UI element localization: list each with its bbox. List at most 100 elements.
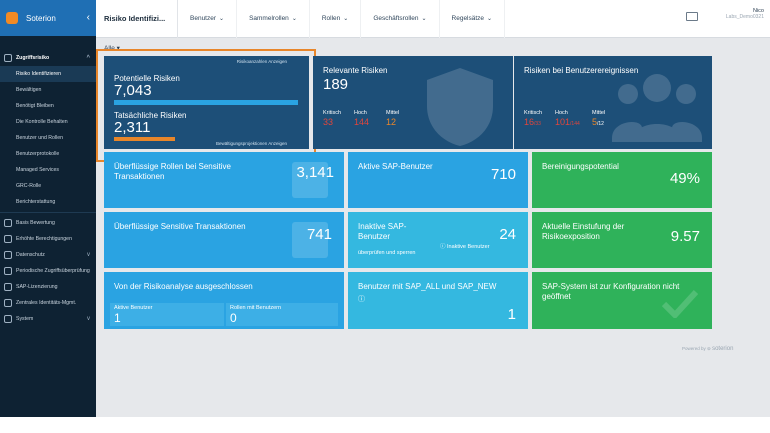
inbox-icon[interactable] (686, 12, 698, 21)
top-header: Risiko Identifizi... Benutzer ⌄ Sammelrol… (96, 0, 770, 38)
sidebar-item-datenschutz[interactable]: Datenschutz v (0, 247, 96, 263)
sidebar-section-zugriffsrisiko[interactable]: Zugriffsrisiko ^ (0, 50, 96, 66)
chevron-down-icon: v (87, 252, 90, 258)
sidebar-divider (0, 212, 96, 213)
sidebar: Soterion ‹ Zugriffsrisiko ^ Risiko Ident… (0, 0, 96, 417)
footer: Powered by ⊚ soterion (682, 346, 733, 352)
tile-value: 710 (490, 166, 516, 183)
tile-system-config-open[interactable]: SAP-System ist zur Konfiguration nicht g… (532, 272, 712, 329)
tile-value: 49% (669, 170, 700, 187)
chevron-down-icon: ⌄ (219, 16, 225, 22)
high-label: Hoch (555, 110, 568, 116)
critical-value: 16/33 (524, 117, 541, 127)
sidebar-item-berichterstattung[interactable]: Berichterstattung (0, 194, 96, 210)
sidebar-item-bewaeltigen[interactable]: Bewältigen (0, 82, 96, 98)
sidebar-item-label: Managed Services (16, 167, 59, 173)
tile-title: Risiken bei Benutzerereignissen (524, 66, 639, 75)
tile-sap-all-sap-new[interactable]: Benutzer mit SAP_ALL und SAP_NEW ⓘ 1 (348, 272, 528, 329)
tile-excluded-from-analysis[interactable]: Von der Risikoanalyse ausgeschlossen Akt… (104, 272, 344, 329)
critical-value: 33 (323, 117, 334, 127)
medium-label: Mittel (592, 110, 606, 116)
tile-title: Relevante Risiken (323, 66, 388, 75)
sidebar-item-zentrales-identitaets-mgmt[interactable]: Zentrales Identitäts-Mgmt. (0, 295, 96, 311)
tab-rollen[interactable]: Rollen ⌄ (310, 0, 362, 38)
chevron-down-icon: ⌄ (487, 16, 493, 22)
tile-inactive-sap-users[interactable]: Inaktive SAP-Benutzer überprüfen und spe… (348, 212, 528, 268)
chevron-down-icon: ⌄ (291, 16, 297, 22)
user-menu[interactable]: Nico Labs_Demo0321 (726, 8, 764, 20)
sidebar-item-benutzerprotokolle[interactable]: Benutzerprotokolle (0, 146, 96, 162)
info-icon[interactable]: ⓘ (358, 294, 365, 304)
sidebar-item-risiko-identifizieren[interactable]: Risiko Identifizieren (0, 66, 96, 82)
tile-superfluous-sensitive-transactions[interactable]: Überflüssige Sensitive Transaktionen 741 (104, 212, 344, 268)
sidebar-item-benoetigt-bleiben[interactable]: Benötigt Bleiben (0, 98, 96, 114)
sidebar-item-grc-rolle[interactable]: GRC-Rolle (0, 178, 96, 194)
sidebar-item-periodische-zugriffsueberpruefung[interactable]: Periodische Zugriffsüberprüfung (0, 263, 96, 279)
tab-label: Geschäftsrollen (373, 15, 419, 22)
high-value: 144 (354, 117, 370, 127)
chevron-down-icon: v (87, 316, 90, 322)
critical-count: 16 (524, 117, 535, 127)
tile-value: 3,141 (296, 164, 334, 181)
sidebar-item-label: Benutzerprotokolle (16, 151, 60, 157)
high-value: 101/144 (555, 117, 580, 127)
identity-icon (4, 299, 12, 307)
chevron-up-icon: ^ (86, 55, 90, 61)
brand-bar: Soterion ‹ (0, 0, 96, 36)
calendar-icon (4, 267, 12, 275)
inactive-note: ⓘ Inaktive Benutzer (440, 242, 490, 250)
box-value: 1 (114, 311, 121, 325)
box-value: 0 (230, 311, 237, 325)
collapse-sidebar-icon[interactable]: ‹ (87, 12, 90, 23)
medium-value: 5/12 (592, 117, 604, 127)
sidebar-item-managed-services[interactable]: Managed Services (0, 162, 96, 178)
tile-title: Benutzer mit SAP_ALL und SAP_NEW (358, 282, 497, 291)
key-icon (4, 235, 12, 243)
tile-title: Aktive SAP-Benutzer (358, 162, 433, 171)
inactive-note-label: Inaktive Benutzer (447, 244, 490, 250)
high-total: /144 (570, 121, 580, 127)
highlight-frame (96, 49, 316, 162)
tile-active-sap-users[interactable]: Aktive SAP-Benutzer 710 (348, 152, 528, 208)
sidebar-item-label: Berichterstattung (16, 199, 56, 205)
tab-benutzer[interactable]: Benutzer ⌄ (178, 0, 238, 38)
high-label: Hoch (354, 110, 367, 116)
tile-user-event-risks[interactable]: Risiken bei Benutzerereignissen Kritisch… (514, 56, 712, 149)
medium-label: Mittel (386, 110, 400, 116)
tab-sammelrollen[interactable]: Sammelrollen ⌄ (237, 0, 310, 38)
sidebar-item-label: Zentrales Identitäts-Mgmt. (16, 300, 77, 306)
tile-superfluous-roles-sensitive[interactable]: Überflüssige Rollen bei Sensitive Transa… (104, 152, 344, 208)
tile-relevant-risks[interactable]: Relevante Risiken 189 Kritisch 33 Hoch 1… (313, 56, 513, 149)
tile-title: Inaktive SAP-Benutzer (358, 222, 407, 241)
excluded-active-users-box: Aktive Benutzer 1 (110, 303, 224, 326)
lock-icon (4, 251, 12, 259)
sidebar-item-system[interactable]: System v (0, 311, 96, 327)
sidebar-item-erhoehte-berechtigungen[interactable]: Erhöhte Berechtigungen (0, 231, 96, 247)
sidebar-item-benutzer-und-rollen[interactable]: Benutzer und Rollen (0, 130, 96, 146)
tile-value: 189 (323, 76, 349, 93)
critical-label: Kritisch (524, 110, 543, 116)
tile-title: SAP-System ist zur Konfiguration nicht g… (542, 282, 680, 301)
sidebar-item-label: Bewältigen (16, 87, 42, 93)
info-icon: ⓘ (440, 244, 448, 250)
tile-value: 741 (306, 226, 332, 243)
tile-title: Von der Risikoanalyse ausgeschlossen (114, 282, 253, 291)
sidebar-item-kontrolle-behalten[interactable]: Die Kontrolle Behalten (0, 114, 96, 130)
chevron-down-icon: ⌄ (343, 16, 349, 22)
sidebar-item-sap-lizenzierung[interactable]: SAP-Lizenzierung (0, 279, 96, 295)
sidebar-item-label: Basis Bewertung (16, 220, 55, 226)
sidebar-item-label: Risiko Identifizieren (16, 71, 61, 77)
tile-cleanup-potential[interactable]: Bereinigungspotential 49% (532, 152, 712, 208)
tile-risk-exposure[interactable]: Aktuelle Einstufung der Risikoexposition… (532, 212, 712, 268)
gear-icon (4, 315, 12, 323)
sidebar-item-label: Benutzer und Rollen (16, 135, 64, 141)
shield-icon (427, 68, 493, 146)
tile-value: 9.57 (670, 228, 700, 245)
sidebar-section-label: Zugriffsrisiko (16, 55, 50, 61)
sidebar-item-basis-bewertung[interactable]: Basis Bewertung (0, 215, 96, 231)
license-icon (4, 283, 12, 291)
tab-geschaeftsrollen[interactable]: Geschäftsrollen ⌄ (361, 0, 440, 38)
tile-value: 1 (507, 306, 516, 323)
box-label: Rollen mit Benutzern (230, 305, 282, 311)
tab-regelsaetze[interactable]: Regelsätze ⌄ (440, 0, 506, 38)
